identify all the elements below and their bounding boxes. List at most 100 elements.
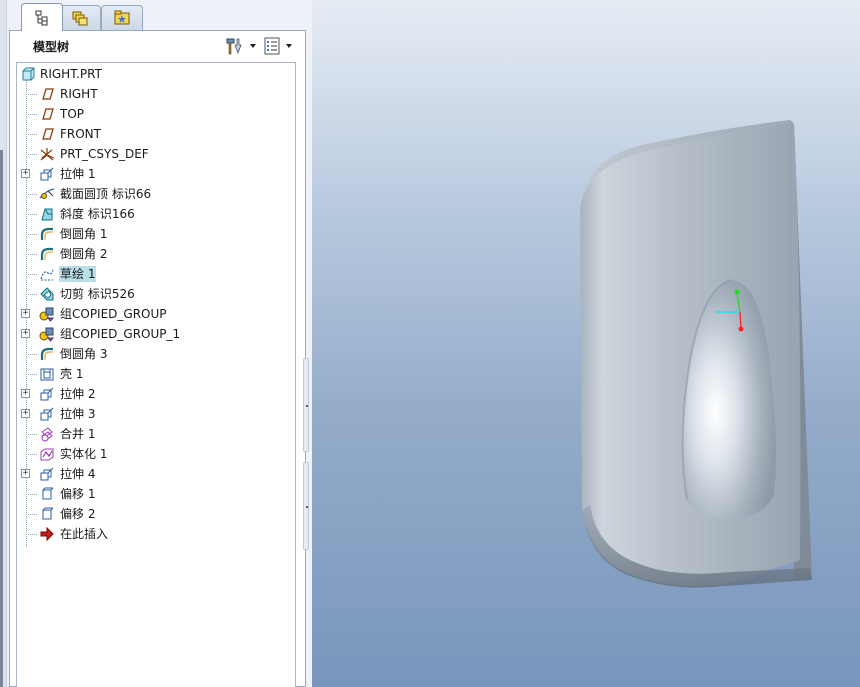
tree-item-label: 拉伸 2 <box>60 387 96 401</box>
tree-item-label: 倒圆角 2 <box>60 247 108 261</box>
tab-model-tree[interactable] <box>21 3 63 31</box>
tree-branch-line <box>26 294 37 295</box>
tree-item-solidify-1[interactable]: 实体化 1 <box>17 444 293 464</box>
tree-item-label: 拉伸 1 <box>60 167 96 181</box>
tree-item-offset-2[interactable]: 偏移 2 <box>17 504 293 524</box>
tree-branch-line <box>26 194 37 195</box>
tree-item-merge-1[interactable]: 合并 1 <box>17 424 293 444</box>
round-icon <box>39 226 55 242</box>
tree-branch-line <box>26 354 37 355</box>
extrude-icon <box>39 406 55 422</box>
tree-item-label: 壳 1 <box>60 367 84 381</box>
tree-root-label: RIGHT.PRT <box>40 67 102 81</box>
tree-item-copied-group[interactable]: + 组COPIED_GROUP <box>17 304 293 324</box>
tree-item-label: 在此插入 <box>60 527 109 541</box>
tree-item-extrude-2[interactable]: + 拉伸 2 <box>17 384 293 404</box>
tree-item-extrude-1[interactable]: + 拉伸 1 <box>17 164 293 184</box>
show-list-icon <box>264 37 280 55</box>
expand-toggle[interactable]: + <box>21 309 30 318</box>
tree-branch-line <box>26 214 37 215</box>
navigator-tab-bar <box>9 3 309 31</box>
tree-item-front[interactable]: FRONT <box>17 124 293 144</box>
settings-hammer-icon <box>226 38 242 55</box>
expand-toggle[interactable]: + <box>21 389 30 398</box>
tree-item-extrude-3[interactable]: + 拉伸 3 <box>17 404 293 424</box>
tree-item-draft[interactable]: 斜度 标识166 <box>17 204 293 224</box>
panel-edge-strip <box>0 0 7 687</box>
tree-item-label: 偏移 2 <box>60 507 96 521</box>
tree-item-label: 倒圆角 1 <box>60 227 108 241</box>
group-icon <box>39 306 55 322</box>
tree-item-label: 斜度 标识166 <box>60 207 135 221</box>
tree-item-right[interactable]: RIGHT <box>17 84 293 104</box>
graphics-window[interactable] <box>312 0 860 687</box>
grip-dot <box>306 405 308 407</box>
tree-item-top[interactable]: TOP <box>17 104 293 124</box>
tree-item-sketch-1[interactable]: 草绘 1 <box>17 264 293 284</box>
tree-item-offset-1[interactable]: 偏移 1 <box>17 484 293 504</box>
navigator-panel: 模型树 RIGHT.PRT RIGHT TOP FRONT PRT_CSYS_D… <box>0 0 312 687</box>
tree-item-label: 草绘 1 <box>59 266 97 282</box>
coordinate-system-icon <box>39 146 55 162</box>
extrude-icon <box>39 386 55 402</box>
model-tree-header: 模型树 <box>10 31 305 61</box>
tab-favorites[interactable] <box>101 5 143 30</box>
tree-item-label: RIGHT <box>60 87 98 101</box>
grip-dot <box>306 506 308 508</box>
tree-item-label: 合并 1 <box>60 427 96 441</box>
tree-item-extrude-4[interactable]: + 拉伸 4 <box>17 464 293 484</box>
tree-branch-line <box>26 254 37 255</box>
tab-layers[interactable] <box>59 5 101 30</box>
tree-item-label: PRT_CSYS_DEF <box>60 147 149 161</box>
tree-branch-line <box>26 274 37 275</box>
datum-plane-icon <box>39 126 55 142</box>
offset-icon <box>39 486 55 502</box>
model-tree: RIGHT.PRT RIGHT TOP FRONT PRT_CSYS_DEF +… <box>16 62 296 687</box>
splitter-grip-lower[interactable] <box>303 462 309 550</box>
tree-item-round-1[interactable]: 倒圆角 1 <box>17 224 293 244</box>
tree-item-label: 拉伸 4 <box>60 467 96 481</box>
tree-item-round-2[interactable]: 倒圆角 2 <box>17 244 293 264</box>
shell-icon <box>39 366 55 382</box>
tree-item-label: 拉伸 3 <box>60 407 96 421</box>
tree-item-cut[interactable]: 切剪 标识526 <box>17 284 293 304</box>
model-view <box>580 120 812 588</box>
part-icon <box>20 66 36 82</box>
tree-item-label: 组COPIED_GROUP <box>60 307 167 321</box>
tree-settings-button[interactable] <box>225 35 259 57</box>
tree-item-label: 倒圆角 3 <box>60 347 108 361</box>
tree-branch-line <box>26 494 37 495</box>
tree-item-label: 组COPIED_GROUP_1 <box>60 327 181 341</box>
group-icon <box>39 326 55 342</box>
sketch-icon <box>39 266 55 282</box>
expand-toggle[interactable]: + <box>21 469 30 478</box>
tree-show-button[interactable] <box>263 35 297 57</box>
tree-branch-line <box>26 374 37 375</box>
section-dome-icon <box>39 186 55 202</box>
tree-branch-line <box>26 134 37 135</box>
tree-branch-line <box>26 434 37 435</box>
layers-tab-icon <box>72 11 88 26</box>
tree-branch-line <box>26 454 37 455</box>
tree-branch-line <box>26 154 37 155</box>
chevron-down-icon <box>250 44 256 48</box>
expand-toggle[interactable]: + <box>21 409 30 418</box>
tree-item-round-3[interactable]: 倒圆角 3 <box>17 344 293 364</box>
extrude-icon <box>39 166 55 182</box>
datum-plane-icon <box>39 106 55 122</box>
tree-item-label: 实体化 1 <box>60 447 108 461</box>
round-icon <box>39 346 55 362</box>
splitter-grip-upper[interactable] <box>303 358 309 452</box>
extrude-icon <box>39 466 55 482</box>
tree-item-prt-csys-def[interactable]: PRT_CSYS_DEF <box>17 144 293 164</box>
tree-root-item[interactable]: RIGHT.PRT <box>17 64 293 84</box>
expand-toggle[interactable]: + <box>21 329 30 338</box>
tree-item-insert-here[interactable]: 在此插入 <box>17 524 293 544</box>
tree-branch-line <box>26 94 37 95</box>
expand-toggle[interactable]: + <box>21 169 30 178</box>
favorites-tab-icon <box>114 10 130 25</box>
tree-item-shell-1[interactable]: 壳 1 <box>17 364 293 384</box>
tree-item-section-dome[interactable]: 截面圆顶 标识66 <box>17 184 293 204</box>
tree-item-copied-group-1[interactable]: + 组COPIED_GROUP_1 <box>17 324 293 344</box>
panel-splitter[interactable] <box>303 358 309 550</box>
